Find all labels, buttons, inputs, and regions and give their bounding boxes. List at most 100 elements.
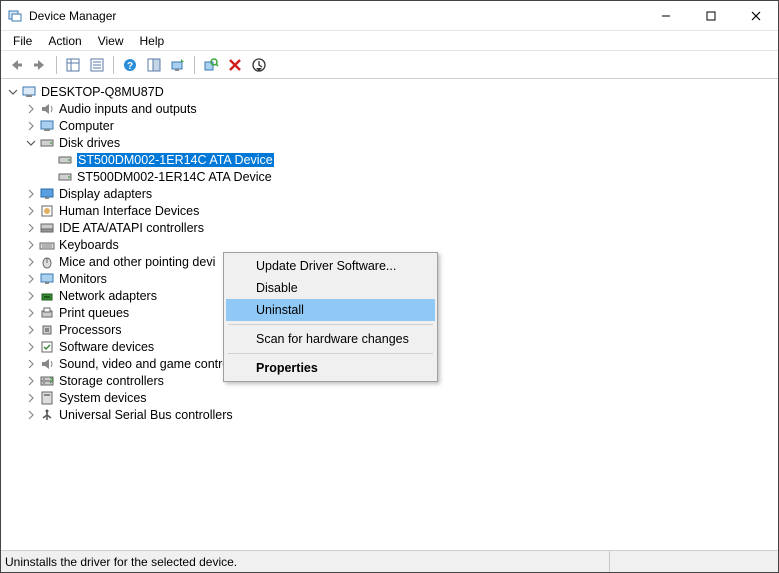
tree-category[interactable]: Universal Serial Bus controllers [7,406,774,423]
chevron-right-icon[interactable] [25,103,37,115]
category-icon [39,322,55,338]
chevron-right-icon[interactable] [25,358,37,370]
chevron-down-icon[interactable] [7,86,19,98]
disk-drive-icon [57,152,73,168]
tree-label: DESKTOP-Q8MU87D [41,85,164,99]
category-icon [39,407,55,423]
chevron-right-icon[interactable] [25,392,37,404]
chevron-right-icon[interactable] [25,290,37,302]
tree-label: ST500DM002-1ER14C ATA Device [77,170,272,184]
tree-device[interactable]: ST500DM002-1ER14C ATA Device [7,151,774,168]
chevron-right-icon[interactable] [25,307,37,319]
chevron-right-icon[interactable] [25,239,37,251]
statusbar: Uninstalls the driver for the selected d… [1,550,778,572]
category-icon [39,101,55,117]
chevron-right-icon[interactable] [25,222,37,234]
tree-label: Processors [59,323,122,337]
status-text: Uninstalls the driver for the selected d… [5,551,610,572]
maximize-button[interactable] [688,1,733,30]
tree-root[interactable]: DESKTOP-Q8MU87D [7,83,774,100]
ctx-update-driver[interactable]: Update Driver Software... [226,255,435,277]
disable-button[interactable] [248,54,270,76]
tree-label: Computer [59,119,114,133]
category-icon [39,288,55,304]
back-button[interactable] [5,54,27,76]
chevron-right-icon[interactable] [25,120,37,132]
tree-category[interactable]: Display adapters [7,185,774,202]
device-manager-window: Device Manager File Action View Help ? [0,0,779,573]
tree-label: Monitors [59,272,107,286]
action-button[interactable] [143,54,165,76]
tree-label: Keyboards [59,238,119,252]
minimize-button[interactable] [643,1,688,30]
scan-hardware-button[interactable] [200,54,222,76]
tree-category[interactable]: Human Interface Devices [7,202,774,219]
ctx-disable[interactable]: Disable [226,277,435,299]
tree-category[interactable]: Keyboards [7,236,774,253]
category-icon [39,135,55,151]
tree-label: ST500DM002-1ER14C ATA Device [77,153,274,167]
tree-category[interactable]: Computer [7,117,774,134]
ctx-uninstall[interactable]: Uninstall [226,299,435,321]
menu-action[interactable]: Action [40,32,89,50]
tree-label: Print queues [59,306,129,320]
tree-label: Mice and other pointing devi [59,255,215,269]
chevron-right-icon[interactable] [25,205,37,217]
tree-category[interactable]: IDE ATA/ATAPI controllers [7,219,774,236]
tree-label: Software devices [59,340,154,354]
window-controls [643,1,778,30]
tree-label: Display adapters [59,187,152,201]
properties-button[interactable] [86,54,108,76]
category-icon [39,356,55,372]
tree-category[interactable]: Audio inputs and outputs [7,100,774,117]
tree-label: Audio inputs and outputs [59,102,197,116]
chevron-right-icon[interactable] [25,273,37,285]
chevron-right-icon[interactable] [25,324,37,336]
ctx-properties[interactable]: Properties [226,357,435,379]
category-icon [39,186,55,202]
chevron-right-icon[interactable] [25,256,37,268]
menu-help[interactable]: Help [132,32,173,50]
update-driver-button[interactable] [167,54,189,76]
category-icon [39,118,55,134]
category-icon [39,339,55,355]
toolbar-separator [194,56,195,74]
forward-button[interactable] [29,54,51,76]
chevron-right-icon[interactable] [25,409,37,421]
ctx-separator [228,353,433,354]
toolbar-separator [113,56,114,74]
tree-label: System devices [59,391,147,405]
tree-label: Human Interface Devices [59,204,199,218]
tree-device[interactable]: ST500DM002-1ER14C ATA Device [7,168,774,185]
disk-drive-icon [57,169,73,185]
category-icon [39,373,55,389]
menu-file[interactable]: File [5,32,40,50]
context-menu: Update Driver Software... Disable Uninst… [223,252,438,382]
chevron-right-icon[interactable] [25,375,37,387]
chevron-down-icon[interactable] [25,137,37,149]
titlebar: Device Manager [1,1,778,31]
computer-icon [21,84,37,100]
menu-view[interactable]: View [90,32,132,50]
close-button[interactable] [733,1,778,30]
tree-label: Storage controllers [59,374,164,388]
tree-category[interactable]: System devices [7,389,774,406]
ctx-scan[interactable]: Scan for hardware changes [226,328,435,350]
tree-label: Disk drives [59,136,120,150]
category-icon [39,271,55,287]
uninstall-button[interactable] [224,54,246,76]
tree-label: IDE ATA/ATAPI controllers [59,221,204,235]
chevron-right-icon[interactable] [25,341,37,353]
category-icon [39,254,55,270]
help-button[interactable]: ? [119,54,141,76]
category-icon [39,203,55,219]
show-hide-tree-button[interactable] [62,54,84,76]
tree-category[interactable]: Disk drives [7,134,774,151]
window-title: Device Manager [29,9,643,23]
svg-text:?: ? [127,61,133,72]
device-tree[interactable]: DESKTOP-Q8MU87D Audio inputs and outputs… [1,79,778,550]
category-icon [39,237,55,253]
tree-label: Network adapters [59,289,157,303]
chevron-right-icon[interactable] [25,188,37,200]
ctx-separator [228,324,433,325]
